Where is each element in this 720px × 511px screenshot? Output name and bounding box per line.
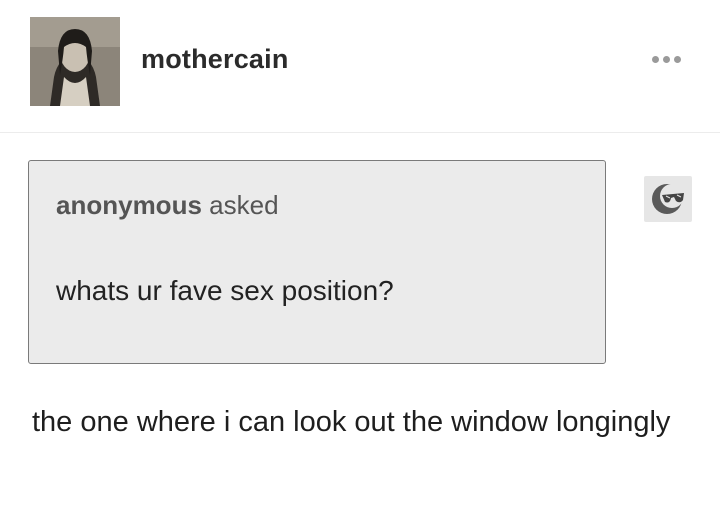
post-header: mothercain [0, 0, 720, 133]
question-text: whats ur fave sex position? [56, 275, 394, 306]
dot [674, 56, 681, 63]
asked-label: asked [209, 190, 279, 220]
dot [663, 56, 670, 63]
asker-line: anonymous asked [56, 190, 279, 221]
asker-name[interactable]: anonymous [56, 190, 202, 220]
answer-text: the one where i can look out the window … [32, 406, 671, 438]
dot [652, 56, 659, 63]
username[interactable]: mothercain [141, 44, 289, 75]
anonymous-sunglasses-icon [644, 176, 692, 222]
user-avatar[interactable] [30, 17, 120, 106]
ellipsis-icon[interactable] [652, 56, 681, 63]
